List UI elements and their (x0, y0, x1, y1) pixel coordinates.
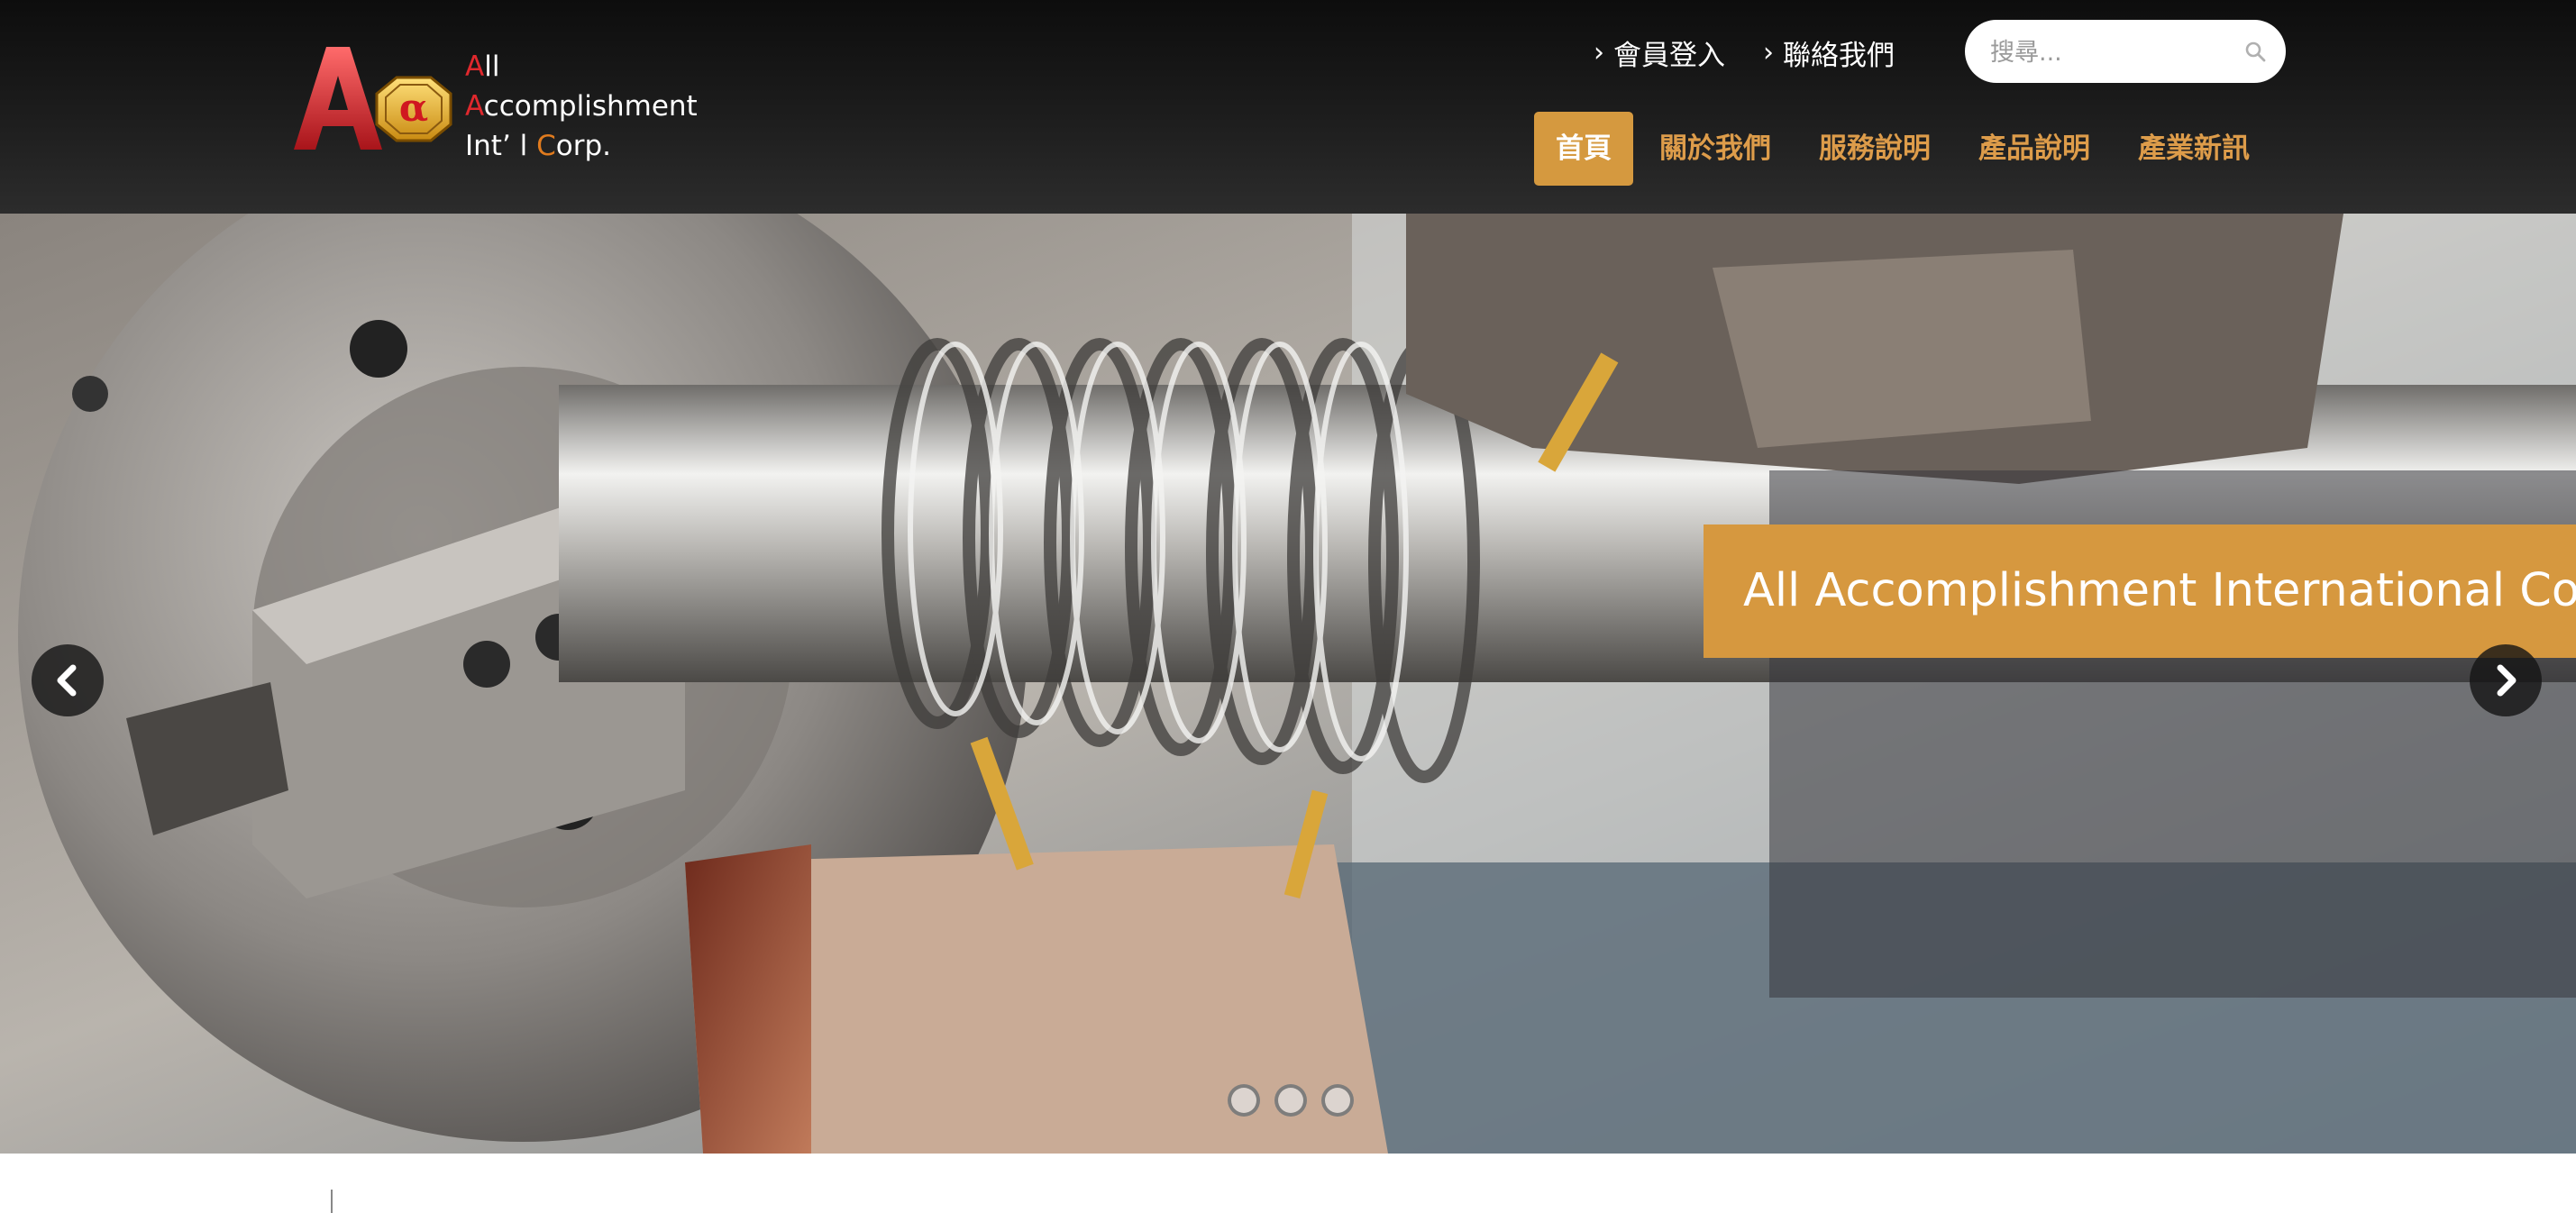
main-nav: 首頁 關於我們 服務說明 產品說明 產業新訊 (1534, 112, 2276, 186)
contact-us-link[interactable]: › 聯絡我們 (1763, 32, 1895, 72)
company-logo[interactable]: α All Accomplishment Int’ l Corp. (287, 43, 698, 165)
slider-next-button[interactable] (2470, 644, 2542, 716)
slider-dot-1[interactable] (1228, 1084, 1260, 1117)
hero-slider: All Accomplishment International Corp. (0, 214, 2576, 1154)
member-login-link[interactable]: › 會員登入 (1594, 32, 1725, 72)
chevron-right-icon: › (1594, 36, 1604, 68)
slider-prev-button[interactable] (32, 644, 104, 716)
search-input[interactable] (1988, 32, 2226, 72)
chevron-left-icon (57, 664, 77, 697)
chevron-right-icon: › (1763, 36, 1774, 68)
utility-links: › 會員登入 › 聯絡我們 (1594, 32, 1932, 72)
slide-caption: All Accomplishment International Corp. (1704, 524, 2576, 658)
slider-pagination (1228, 1084, 1368, 1117)
site-header: α All Accomplishment Int’ l Corp. › 會員登入… (0, 0, 2576, 214)
contact-us-label: 聯絡我們 (1783, 39, 1895, 72)
nav-item-about[interactable]: 關於我們 (1638, 112, 1793, 186)
divider (331, 1190, 333, 1213)
logo-wordmark: All Accomplishment Int’ l Corp. (465, 50, 698, 162)
slider-dot-3[interactable] (1321, 1084, 1354, 1117)
content-section (0, 1154, 2576, 1213)
logo-mark-icon: α (294, 47, 452, 150)
search-icon[interactable] (2244, 41, 2266, 62)
member-login-label: 會員登入 (1613, 39, 1725, 72)
chevron-right-icon (2497, 664, 2517, 697)
nav-item-services[interactable]: 服務說明 (1797, 112, 1952, 186)
slider-dot-2[interactable] (1274, 1084, 1307, 1117)
nav-item-home[interactable]: 首頁 (1534, 112, 1633, 186)
nav-item-news[interactable]: 產業新訊 (2116, 112, 2271, 186)
nav-item-products[interactable]: 產品說明 (1957, 112, 2112, 186)
search-box (1965, 20, 2286, 83)
svg-text:α: α (399, 86, 428, 130)
